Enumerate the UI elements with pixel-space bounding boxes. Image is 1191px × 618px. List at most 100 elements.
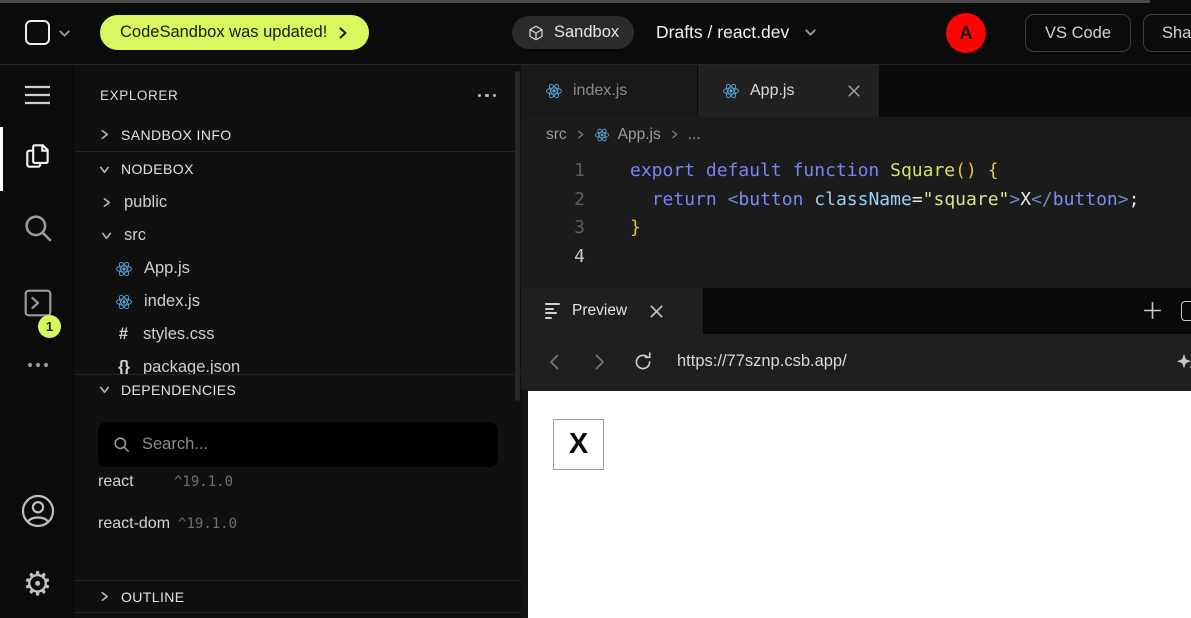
open-in-new-window-button[interactable] [1181,301,1191,321]
preview-list-icon [545,303,560,319]
ellipsis-icon [28,363,48,367]
code-editor[interactable]: 1export default function Square() {2 ret… [521,152,1191,288]
preview-tab[interactable]: Preview [521,288,703,334]
square-button[interactable]: X [553,419,604,470]
search-view-button[interactable] [0,211,75,245]
line-number: 2 [521,186,585,215]
workspace-breadcrumb[interactable]: Drafts / react.dev [656,0,818,65]
css-file-icon: # [115,325,132,344]
breadcrumb-text: Drafts / react.dev [656,22,789,43]
chevron-right-icon [575,129,586,140]
file-item-package-json[interactable]: {} package.json [75,351,521,374]
file-item-styles-css[interactable]: # styles.css [75,318,521,351]
file-tree: public src App.js index.js # styles.css [75,186,521,374]
editor-breadcrumb[interactable]: src App.js ... [521,117,1191,152]
terminal-notification-badge: 1 [38,315,61,338]
close-icon [847,84,861,98]
breadcrumb-symbol[interactable]: ... [688,126,701,144]
react-icon [115,260,133,278]
dependency-version: ^19.1.0 [174,474,233,490]
terminal-view-button[interactable] [0,287,75,319]
vscode-button[interactable]: VS Code [1025,14,1131,52]
code-line[interactable]: 4 [521,243,1191,272]
chevron-down-icon[interactable] [803,25,818,40]
tab-index-js[interactable]: index.js [521,65,698,117]
more-views-button[interactable] [0,363,75,367]
code-line[interactable]: 1export default function Square() { [521,157,1191,186]
code-text: export default function Square() { [585,157,999,186]
json-file-icon: {} [115,358,132,374]
file-label: index.js [144,292,200,311]
breadcrumb-file[interactable]: App.js [618,126,661,144]
react-icon [594,127,610,143]
preview-url[interactable]: https://77sznp.csb.app/ [677,352,847,371]
tab-label: App.js [750,82,794,100]
sandbox-type-badge[interactable]: Sandbox [512,16,634,49]
section-outline[interactable]: OUTLINE [75,580,521,613]
refresh-icon [632,351,654,373]
account-button[interactable] [0,493,75,529]
settings-button[interactable]: ⚙ [0,567,75,600]
gear-icon: ⚙ [23,567,53,600]
chevron-down-icon [98,383,111,396]
section-dependencies[interactable]: DEPENDENCIES [75,374,521,404]
folder-item-public[interactable]: public [75,186,521,219]
explorer-more-actions-button[interactable] [478,94,497,98]
code-lines: 1export default function Square() {2 ret… [521,157,1191,271]
dependency-row-react-dom[interactable]: react-dom ^19.1.0 [75,509,521,539]
add-preview-button[interactable] [1142,300,1163,326]
section-sandbox-info[interactable]: SANDBOX INFO [75,118,521,152]
editor-column: index.js App.js src App.js ... [521,65,1191,618]
ai-sparkle-icon[interactable] [1174,350,1191,379]
preview-close-button[interactable] [649,304,664,319]
codesandbox-logo-icon[interactable] [25,20,50,45]
back-button[interactable] [533,352,577,372]
user-avatar[interactable]: A [946,13,986,53]
line-number: 4 [521,243,585,272]
folder-item-src[interactable]: src [75,219,521,252]
line-number: 3 [521,214,585,243]
refresh-button[interactable] [621,351,665,373]
chevron-right-icon [98,590,111,603]
chevron-right-icon [100,196,113,209]
share-button[interactable]: Sha [1143,14,1191,52]
dependency-name: react-dom [98,515,170,533]
breadcrumb-folder[interactable]: src [546,126,567,144]
file-label: styles.css [143,325,215,344]
code-line[interactable]: 2 return <button className="square">X</b… [521,186,1191,215]
codesandbox-window: CodeSandbox was updated! Sandbox Drafts … [0,0,1191,618]
section-nodebox[interactable]: NODEBOX [75,152,521,186]
chevron-right-icon [98,128,111,141]
explorer-view-button[interactable] [0,141,75,171]
preview-content: X [521,389,1191,618]
logo-menu-chevron-down-icon[interactable] [57,26,72,46]
folder-label: public [124,193,167,212]
main-menu-button[interactable] [0,85,75,105]
chevron-down-icon [98,163,111,176]
cube-icon [527,24,545,42]
chevron-right-icon [669,129,680,140]
update-banner-button[interactable]: CodeSandbox was updated! [100,15,369,50]
hamburger-menu-icon [24,85,51,105]
explorer-panel: EXPLORER SANDBOX INFO NODEBOX public src [75,65,521,618]
close-icon [649,304,664,319]
file-label: App.js [144,259,190,278]
tab-close-button[interactable] [847,84,861,98]
top-bar: CodeSandbox was updated! Sandbox Drafts … [0,0,1191,65]
dependency-row-react[interactable]: react ^19.1.0 [75,467,521,497]
code-line[interactable]: 3} [521,214,1191,243]
file-item-app-js[interactable]: App.js [75,252,521,285]
account-icon [20,493,56,529]
react-icon [545,82,563,100]
chevron-left-icon [545,352,565,372]
dependency-search-input[interactable] [142,435,484,454]
dependency-name: react [98,473,166,491]
search-icon [112,435,131,454]
explorer-scrollbar[interactable] [515,71,520,401]
tab-app-js[interactable]: App.js [698,65,880,117]
section-label: DEPENDENCIES [121,382,236,398]
forward-button[interactable] [577,352,621,372]
file-item-index-js[interactable]: index.js [75,285,521,318]
line-number: 1 [521,157,585,186]
chevron-down-icon [100,229,113,242]
